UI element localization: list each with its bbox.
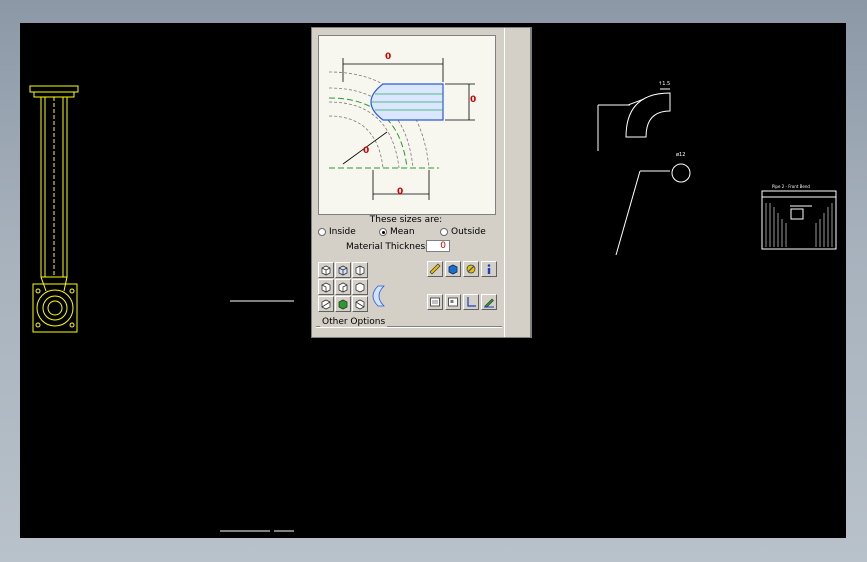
fastener-icon xyxy=(466,264,476,274)
measure-button[interactable] xyxy=(427,261,443,277)
circle-dimension-label: ø12 xyxy=(676,152,686,158)
material-cube-icon xyxy=(448,264,458,275)
radio-inside-dot[interactable] xyxy=(318,228,326,236)
view-left-button[interactable] xyxy=(318,279,334,295)
radio-mean-dot[interactable] xyxy=(379,228,387,236)
view-top-button[interactable] xyxy=(352,262,368,278)
radio-mean-label: Mean xyxy=(390,227,415,237)
sheet-button[interactable] xyxy=(427,294,443,310)
panel-side-strip xyxy=(504,28,531,337)
radio-outside-label: Outside xyxy=(451,227,486,237)
size-mode-group: Inside Mean Outside xyxy=(318,227,498,239)
material-button[interactable] xyxy=(445,261,461,277)
axis-icon xyxy=(467,297,476,307)
thickness-label: Material Thickness xyxy=(346,242,430,252)
axis-button[interactable] xyxy=(463,294,479,310)
thickness-input[interactable]: 0 xyxy=(426,240,450,252)
view-right-icon xyxy=(338,282,348,293)
height-dimension[interactable]: 0 xyxy=(470,95,476,105)
bend-preview: 0 0 0 0 xyxy=(318,35,496,215)
radio-outside-dot[interactable] xyxy=(440,228,448,236)
view-top-icon xyxy=(355,265,365,276)
view-front-icon xyxy=(321,265,331,276)
view-isoleft-button[interactable] xyxy=(335,296,351,312)
radio-mean[interactable]: Mean xyxy=(379,227,415,237)
vertical-pipe-assembly xyxy=(29,85,79,333)
bend-shape-icon[interactable] xyxy=(370,284,388,308)
radio-inside-label: Inside xyxy=(329,227,356,237)
view-back-button[interactable] xyxy=(352,279,368,295)
edit-flange-button[interactable] xyxy=(481,294,497,310)
view-back-icon xyxy=(355,282,365,293)
other-options-group[interactable] xyxy=(316,326,502,339)
view-bottom-button[interactable] xyxy=(318,296,334,312)
drawing-view-icon xyxy=(448,297,458,307)
view-iso-icon xyxy=(338,265,348,276)
radio-inside[interactable]: Inside xyxy=(318,227,356,237)
sheet-icon xyxy=(430,297,440,307)
view-isoleft-icon xyxy=(338,299,348,310)
view-front-button[interactable] xyxy=(318,262,334,278)
radio-outside[interactable]: Outside xyxy=(440,227,486,237)
view-iso-button[interactable] xyxy=(335,262,351,278)
bend-properties-panel: 0 0 0 0 These sizes are: Inside Mean Out… xyxy=(311,27,532,338)
radius-dimension[interactable]: 0 xyxy=(363,146,369,156)
view-left-icon xyxy=(321,282,331,293)
sizes-title: These sizes are: xyxy=(369,215,443,225)
info-icon xyxy=(487,264,491,274)
view-bottom-icon xyxy=(321,299,331,310)
top-width-dimension[interactable]: 0 xyxy=(385,52,391,62)
view-isoright-button[interactable] xyxy=(352,296,368,312)
pencil-flange-icon xyxy=(484,298,494,308)
bottom-width-dimension[interactable]: 0 xyxy=(397,187,403,197)
drawing-view-button[interactable] xyxy=(445,294,461,310)
info-button[interactable] xyxy=(481,261,497,277)
ruler-icon xyxy=(429,263,441,275)
title-block-label: Pipe 2 - Front Bend xyxy=(772,184,810,189)
other-options-label: Other Options xyxy=(320,317,388,327)
view-right-button[interactable] xyxy=(335,279,351,295)
fastener-button[interactable] xyxy=(463,261,479,277)
bend-preview-diagram xyxy=(328,58,475,200)
elbow-dimension-label: ↑1.5 xyxy=(658,81,671,87)
title-block-hatch xyxy=(765,203,833,247)
view-isoright-icon xyxy=(355,299,365,310)
